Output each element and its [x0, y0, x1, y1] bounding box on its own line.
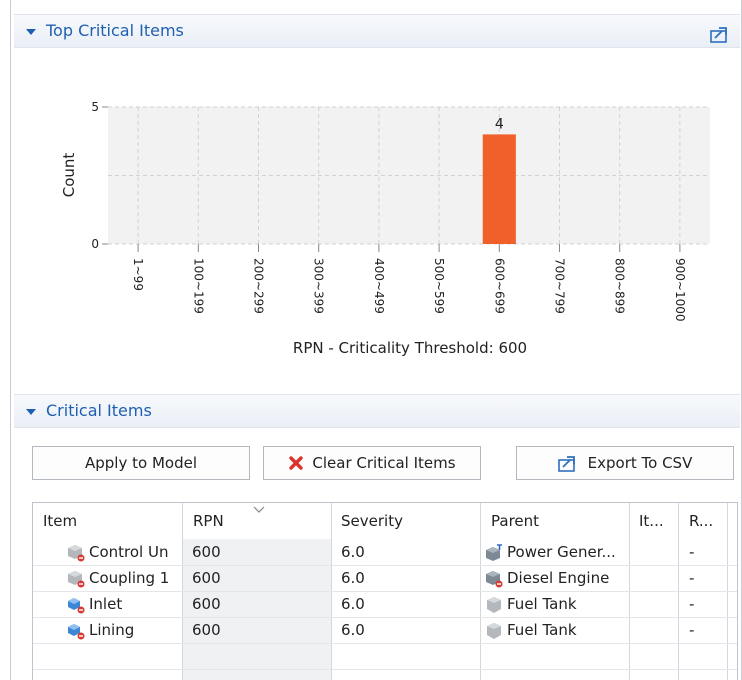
parent-cell: Diesel Engine — [485, 565, 629, 591]
parent-name: Fuel Tank — [507, 621, 577, 639]
parent-name: Power Gener... — [507, 543, 616, 561]
gray-cube-icon — [487, 622, 501, 639]
parent-cell: Power Gener... — [485, 539, 629, 565]
column-header-parent[interactable]: Parent — [491, 503, 539, 539]
export-to-csv-button[interactable]: Export To CSV — [516, 446, 734, 480]
export-chart-icon[interactable] — [710, 25, 732, 43]
x-tick-label: 1~99 — [131, 258, 145, 291]
section-title: Critical Items — [46, 401, 152, 420]
export-label: Export To CSV — [587, 454, 693, 472]
item-name: Control Un — [89, 543, 169, 561]
rpn-cell: 600 — [192, 569, 221, 587]
blue-part-error-icon — [68, 597, 85, 613]
x-tick-label: 700~799 — [553, 258, 567, 314]
section-title: Top Critical Items — [46, 21, 184, 40]
x-axis-ticks: 1~99 100~199 200~299 300~399 400~499 500~599 6… — [131, 244, 687, 322]
parent-name: Fuel Tank — [507, 595, 577, 613]
chart-bars: 4 — [482, 116, 516, 244]
item-cell: Coupling 1 — [67, 565, 182, 591]
r-cell: - — [689, 543, 695, 561]
x-tick-label: 100~199 — [191, 258, 205, 314]
chart-grid — [108, 106, 710, 245]
rpn-cell: 600 — [192, 621, 221, 639]
item-name: Lining — [89, 621, 135, 639]
row-divider — [33, 643, 737, 644]
clear-label: Clear Critical Items — [312, 454, 456, 472]
item-name: Coupling 1 — [89, 569, 170, 587]
x-tick-label: 800~899 — [613, 258, 627, 314]
parent-name: Diesel Engine — [507, 569, 610, 587]
x-axis-label: RPN - Criticality Threshold: 600 — [293, 339, 527, 357]
x-tick-label: 200~299 — [252, 258, 266, 314]
critical-items-table[interactable]: Item RPN Severity Parent It... R... Cont… — [32, 502, 738, 680]
blue-part-error-icon — [68, 623, 85, 639]
gray-cube-error-icon — [68, 544, 85, 561]
y-tick-label: 5 — [91, 100, 99, 114]
blue-gray-cube-error-icon — [486, 570, 503, 587]
item-name: Inlet — [89, 595, 123, 613]
column-header-severity[interactable]: Severity — [341, 503, 403, 539]
y-axis-ticks: 05 — [91, 100, 108, 251]
y-axis-label: Count — [60, 153, 78, 198]
rpn-cell: 600 — [192, 595, 221, 613]
column-header-r[interactable]: R... — [689, 503, 713, 539]
sort-descending-icon — [253, 506, 265, 513]
gray-cube-error-icon — [68, 570, 85, 587]
apply-to-model-button[interactable]: Apply to Model — [32, 446, 250, 480]
collapse-arrow-icon[interactable] — [26, 409, 36, 415]
column-header-rpn[interactable]: RPN — [193, 503, 224, 539]
collapse-arrow-icon[interactable] — [26, 29, 36, 35]
item-cell: Lining — [67, 617, 182, 643]
r-cell: - — [689, 621, 695, 639]
clear-critical-items-button[interactable]: Clear Critical Items — [263, 446, 481, 480]
severity-cell: 6.0 — [341, 569, 365, 587]
column-header-it[interactable]: It... — [639, 503, 664, 539]
x-tick-label: 400~499 — [372, 258, 386, 314]
gray-cube-icon — [487, 596, 501, 613]
y-tick-label: 0 — [91, 237, 99, 251]
rpn-histogram-chart: 4 05 1~99 100~199 200~299 300~399 400~499 500… — [60, 100, 710, 357]
red-x-icon — [289, 456, 304, 470]
x-tick-label: 500~599 — [432, 258, 446, 314]
top-critical-items-header[interactable]: Top Critical Items — [14, 14, 740, 48]
item-cell: Control Un — [67, 539, 182, 565]
r-cell: - — [689, 569, 695, 587]
export-icon — [557, 456, 575, 472]
item-cell: Inlet — [67, 591, 182, 617]
apply-label: Apply to Model — [85, 454, 197, 472]
blue-gray-assembly-icon — [486, 543, 502, 561]
left-border — [10, 0, 11, 680]
critical-items-header[interactable]: Critical Items — [14, 394, 740, 428]
x-tick-label: 900~1000 — [673, 258, 687, 322]
parent-cell: Fuel Tank — [485, 591, 629, 617]
x-tick-label: 300~399 — [312, 258, 326, 314]
x-tick-label: 600~699 — [492, 258, 506, 314]
r-cell: - — [689, 595, 695, 613]
row-divider — [33, 669, 737, 670]
severity-cell: 6.0 — [341, 543, 365, 561]
bar — [482, 134, 516, 244]
data-label: 4 — [495, 116, 504, 132]
parent-cell: Fuel Tank — [485, 617, 629, 643]
severity-cell: 6.0 — [341, 595, 365, 613]
column-header-item[interactable]: Item — [43, 503, 77, 539]
severity-cell: 6.0 — [341, 621, 365, 639]
rpn-cell: 600 — [192, 543, 221, 561]
